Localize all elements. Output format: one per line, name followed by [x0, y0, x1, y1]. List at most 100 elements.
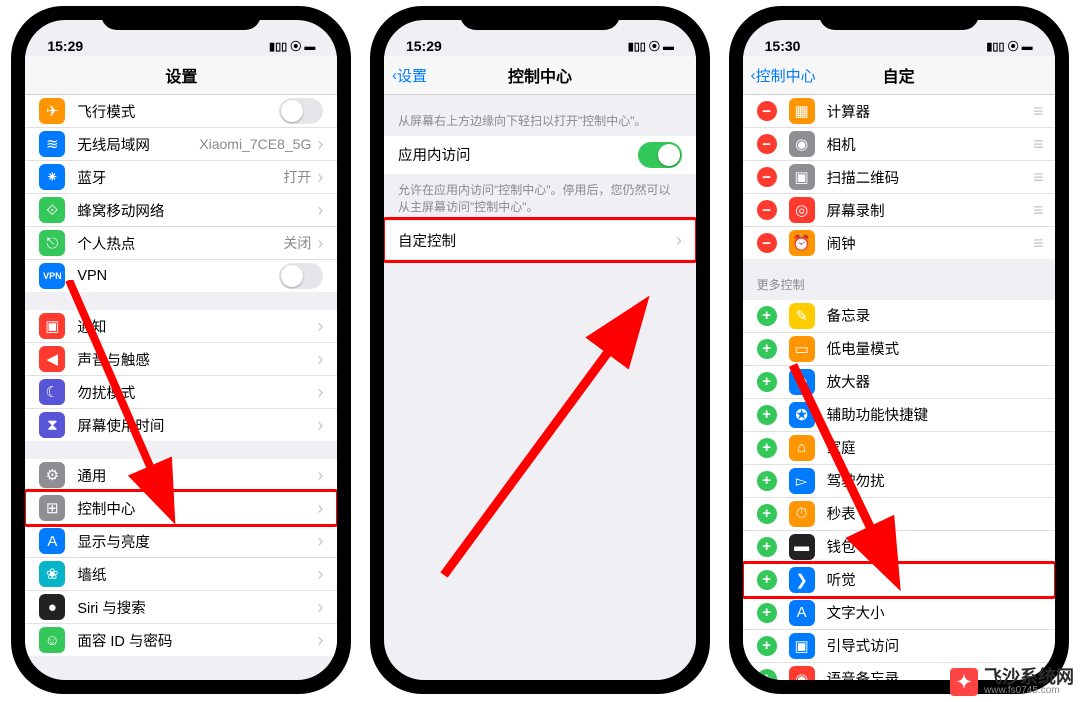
- row-icon: ✪: [789, 402, 815, 428]
- row-icon: ◉: [789, 666, 815, 680]
- page-title: 控制中心: [508, 63, 572, 87]
- control-row[interactable]: −▦ 计算器≡: [743, 95, 1055, 128]
- add-button[interactable]: +: [757, 669, 777, 680]
- control-row[interactable]: +⌂家庭: [743, 432, 1055, 465]
- row-icon: ▭: [789, 336, 815, 362]
- settings-row[interactable]: A显示与亮度›: [25, 525, 337, 558]
- settings-row[interactable]: ⊞ 控制中心›: [25, 492, 337, 525]
- add-button[interactable]: +: [757, 570, 777, 590]
- settings-row[interactable]: ◀声音与触感›: [25, 343, 337, 376]
- settings-row[interactable]: ⧗屏幕使用时间›: [25, 409, 337, 441]
- control-row[interactable]: +A文字大小: [743, 597, 1055, 630]
- row-value: Xiaomi_7CE8_5G: [199, 136, 311, 152]
- row-icon: ⟐: [39, 197, 65, 223]
- row-label: 显示与亮度: [77, 531, 317, 552]
- drag-handle-icon[interactable]: ≡: [1033, 167, 1041, 188]
- watermark-icon: ✦: [950, 668, 978, 696]
- control-row[interactable]: +▬钱包: [743, 531, 1055, 564]
- add-button[interactable]: +: [757, 471, 777, 491]
- back-button[interactable]: ‹设置: [392, 65, 427, 86]
- add-button[interactable]: +: [757, 405, 777, 425]
- add-button[interactable]: +: [757, 438, 777, 458]
- settings-row[interactable]: ⎋个人热点关闭›: [25, 227, 337, 260]
- settings-row[interactable]: ⟐蜂窝移动网络›: [25, 194, 337, 227]
- settings-row[interactable]: VPNVPN: [25, 260, 337, 292]
- drag-handle-icon[interactable]: ≡: [1033, 233, 1041, 254]
- row-icon: ≋: [39, 131, 65, 157]
- control-row[interactable]: −▣扫描二维码≡: [743, 161, 1055, 194]
- status-indicators: ▮▯▯ ⦿ ▬: [986, 38, 1032, 54]
- navbar: 设置: [25, 56, 337, 95]
- add-button[interactable]: +: [757, 339, 777, 359]
- remove-button[interactable]: −: [757, 167, 777, 187]
- row-icon: A: [39, 528, 65, 554]
- settings-row[interactable]: ▣通知›: [25, 310, 337, 343]
- section-footer: 允许在应用内访问"控制中心"。停用后，您仍然可以从主屏幕访问"控制中心"。: [384, 174, 696, 222]
- add-button[interactable]: +: [757, 372, 777, 392]
- add-button[interactable]: +: [757, 537, 777, 557]
- control-row[interactable]: −⏰闹钟≡: [743, 227, 1055, 259]
- control-row[interactable]: + ▣ 引导式访问: [743, 630, 1055, 663]
- settings-row[interactable]: ⁕蓝牙打开›: [25, 161, 337, 194]
- row-label: 计算器: [827, 101, 1033, 122]
- back-label: 控制中心: [756, 65, 816, 86]
- control-row[interactable]: +❯听觉: [743, 564, 1055, 597]
- row-label: 个人热点: [77, 233, 283, 254]
- row-icon: ❀: [39, 561, 65, 587]
- phone-settings: 15:29 ▮▯▯ ⦿ ▬ 设置 ✈飞行模式≋无线局域网Xiaomi_7CE8_…: [11, 6, 351, 694]
- settings-row[interactable]: ☾勿扰模式›: [25, 376, 337, 409]
- row-icon: ▣: [789, 633, 815, 659]
- add-button[interactable]: +: [757, 306, 777, 326]
- add-button[interactable]: +: [757, 603, 777, 623]
- remove-button[interactable]: −: [757, 101, 777, 121]
- drag-handle-icon[interactable]: ≡: [1033, 101, 1041, 122]
- notch: [460, 6, 620, 30]
- control-row[interactable]: +⊕放大器: [743, 366, 1055, 399]
- row-value: 打开: [283, 167, 311, 187]
- remove-button[interactable]: −: [757, 233, 777, 253]
- row-icon: ▦: [789, 98, 815, 124]
- back-button[interactable]: ‹控制中心: [751, 65, 816, 86]
- row-icon: ⏱: [789, 501, 815, 527]
- row-label: 扫描二维码: [827, 167, 1033, 188]
- control-row[interactable]: +▻驾驶勿扰: [743, 465, 1055, 498]
- row-customize-controls[interactable]: 自定控制 ›: [384, 221, 696, 259]
- control-row[interactable]: +✪辅助功能快捷键: [743, 399, 1055, 432]
- status-indicators: ▮▯▯ ⦿ ▬: [628, 38, 674, 54]
- control-row[interactable]: −◉相机≡: [743, 128, 1055, 161]
- control-row[interactable]: +⏱秒表: [743, 498, 1055, 531]
- row-icon: ⏰: [789, 230, 815, 256]
- control-row[interactable]: −◎屏幕录制≡: [743, 194, 1055, 227]
- row-label: 引导式访问: [827, 635, 1041, 656]
- settings-row[interactable]: ☺面容 ID 与密码›: [25, 624, 337, 656]
- chevron-right-icon: ›: [317, 564, 323, 585]
- row-label: 无线局域网: [77, 134, 199, 155]
- control-row[interactable]: +▭低电量模式: [743, 333, 1055, 366]
- settings-row[interactable]: ≋无线局域网Xiaomi_7CE8_5G›: [25, 128, 337, 161]
- drag-handle-icon[interactable]: ≡: [1033, 200, 1041, 221]
- row-label: 控制中心: [77, 498, 317, 519]
- row-label: 声音与触感: [77, 349, 317, 370]
- remove-button[interactable]: −: [757, 200, 777, 220]
- toggle-app-access[interactable]: [638, 142, 682, 168]
- add-button[interactable]: +: [757, 636, 777, 656]
- phone-customize: 15:30 ▮▯▯ ⦿ ▬ ‹控制中心 自定 −▦计算器≡−◉相机≡−▣扫描二维…: [729, 6, 1069, 694]
- navbar: ‹设置 控制中心: [384, 56, 696, 95]
- row-icon: ⧗: [39, 412, 65, 438]
- toggle[interactable]: [279, 98, 323, 124]
- add-button[interactable]: +: [757, 504, 777, 524]
- toggle[interactable]: [279, 263, 323, 289]
- settings-row[interactable]: ✈飞行模式: [25, 95, 337, 128]
- chevron-right-icon: ›: [317, 498, 323, 519]
- remove-button[interactable]: −: [757, 134, 777, 154]
- row-icon: ⊞: [39, 495, 65, 521]
- settings-row[interactable]: ❀墙纸›: [25, 558, 337, 591]
- section-more-controls: 更多控制: [743, 259, 1055, 300]
- settings-row[interactable]: ●Siri 与搜索›: [25, 591, 337, 624]
- row-app-access[interactable]: 应用内访问: [384, 136, 696, 174]
- control-row[interactable]: +✎备忘录: [743, 300, 1055, 333]
- row-icon: ⌂: [789, 435, 815, 461]
- row-icon: ☾: [39, 379, 65, 405]
- drag-handle-icon[interactable]: ≡: [1033, 134, 1041, 155]
- settings-row[interactable]: ⚙通用›: [25, 459, 337, 492]
